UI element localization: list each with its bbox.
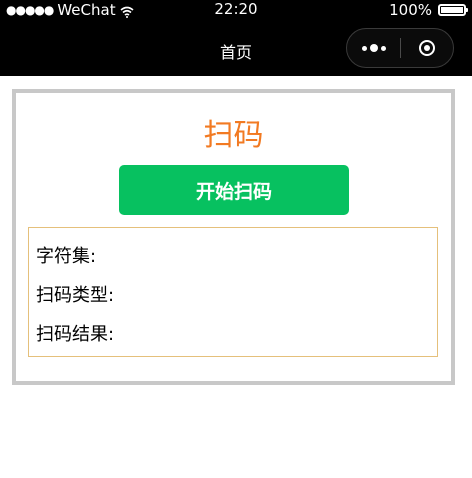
- status-bar: ●●●●● WeChat 22:20 100%: [0, 0, 472, 20]
- page-title: 扫码: [203, 118, 264, 153]
- close-ring-icon: [418, 40, 435, 56]
- scan-type-label: 扫码类型:: [36, 285, 115, 306]
- more-button[interactable]: [347, 28, 400, 68]
- navigation-bar: 首页: [0, 20, 472, 76]
- scan-result-box: 字符集: 扫码类型: 扫码结果:: [28, 227, 438, 357]
- more-dot-icon: [361, 45, 367, 51]
- start-scan-button[interactable]: 开始扫码: [119, 165, 349, 215]
- battery-level: [441, 7, 463, 13]
- capsule-menu: [346, 28, 454, 68]
- battery-icon: [438, 4, 468, 16]
- more-dot-icon: [369, 44, 378, 52]
- more-dot-icon: [380, 45, 386, 51]
- charset-label: 字符集:: [36, 246, 97, 267]
- scan-panel: 扫码 开始扫码 字符集: 扫码类型: 扫码结果:: [12, 89, 455, 385]
- scan-result-label: 扫码结果:: [36, 324, 115, 345]
- status-right: 100%: [389, 1, 468, 19]
- close-miniprogram-button[interactable]: [401, 28, 453, 68]
- battery-percent: 100%: [389, 1, 432, 19]
